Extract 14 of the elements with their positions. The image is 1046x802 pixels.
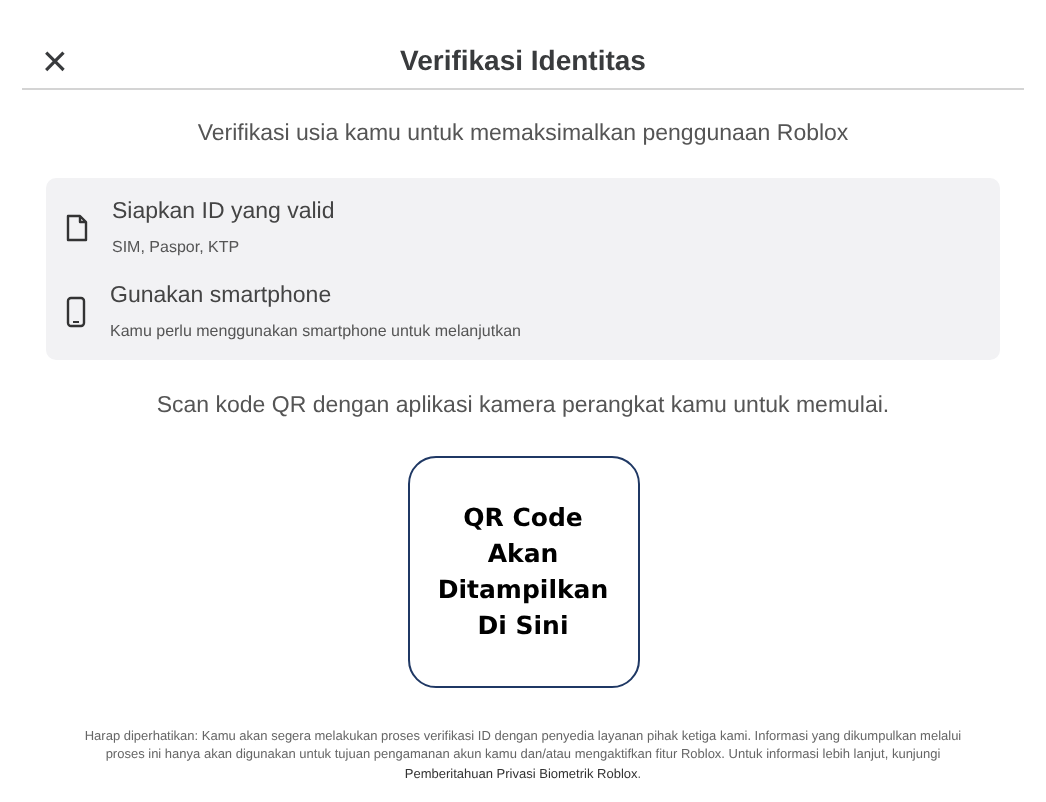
qr-placeholder-text: Akan [487, 535, 559, 571]
requirement-detail: SIM, Paspor, KTP [112, 235, 242, 260]
document-icon [66, 213, 88, 242]
window-title: Verifikasi Identitas [400, 41, 646, 79]
close-button[interactable]: × [42, 40, 68, 84]
requirement-detail: Kamu perlu menggunakan smartphone untuk melanjutkan [110, 320, 521, 344]
qr-placeholder-text: Ditampilkan [437, 571, 609, 607]
qr-placeholder-text: QR Code [463, 499, 583, 535]
requirement-title: Gunakan smartphone [110, 281, 334, 312]
requirement-title: Siapkan ID yang valid [112, 197, 335, 227]
instruction-text: Scan kode QR dengan aplikasi kamera perangkat kamu untuk memulai. [154, 392, 892, 423]
qr-placeholder-text: Di Sini [477, 607, 569, 643]
smartphone-icon [66, 295, 86, 328]
subtitle: Verifikasi usia kamu untuk memaksimalkan penggunaan Roblox [195, 120, 851, 150]
